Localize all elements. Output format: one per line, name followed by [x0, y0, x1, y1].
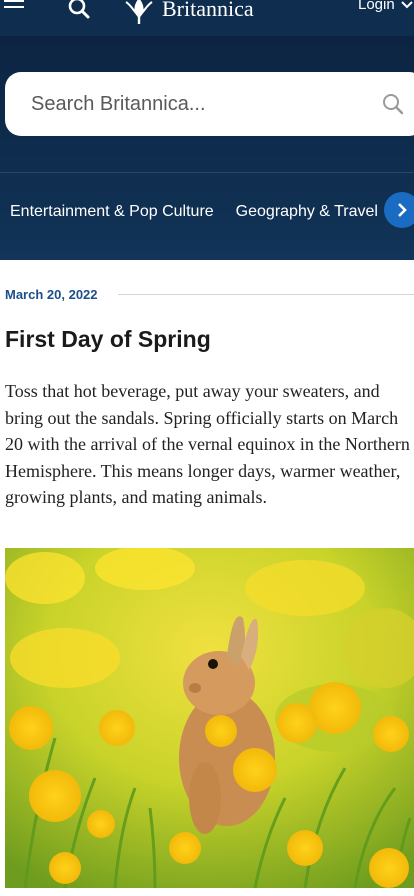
search-icon[interactable]	[381, 92, 405, 116]
article-body: Toss that hot beverage, put away your sw…	[5, 381, 410, 507]
article-date: March 20, 2022	[5, 286, 98, 302]
rabbit-in-dandelion-field-image	[5, 548, 414, 888]
category-next-button[interactable]	[384, 192, 414, 228]
britannica-logo[interactable]: Britannica	[122, 0, 254, 24]
britannica-thistle-logo	[125, 0, 153, 24]
article-date-row: March 20, 2022	[5, 286, 414, 302]
chevron-down-icon	[400, 0, 413, 8]
category-nav: Entertainment & Pop Culture Geography & …	[0, 186, 414, 238]
login-button[interactable]: Login	[358, 0, 413, 13]
category-link-entertainment[interactable]: Entertainment & Pop Culture	[10, 203, 214, 221]
search-input[interactable]	[5, 72, 365, 136]
band-divider	[0, 172, 414, 173]
date-divider	[117, 293, 414, 295]
hamburger-icon[interactable]	[4, 0, 24, 16]
hero-search-band: Entertainment & Pop Culture Geography & …	[0, 36, 414, 260]
search-box	[5, 72, 414, 136]
article-image[interactable]	[5, 548, 414, 888]
article-title[interactable]: First Day of Spring	[5, 326, 211, 353]
top-nav-bar: Britannica Login	[0, 0, 414, 36]
logo-text: Britannica	[162, 0, 254, 21]
search-icon[interactable]	[66, 0, 92, 20]
chevron-right-icon	[398, 203, 407, 217]
category-link-geography[interactable]: Geography & Travel	[236, 203, 378, 221]
login-label: Login	[358, 0, 395, 13]
